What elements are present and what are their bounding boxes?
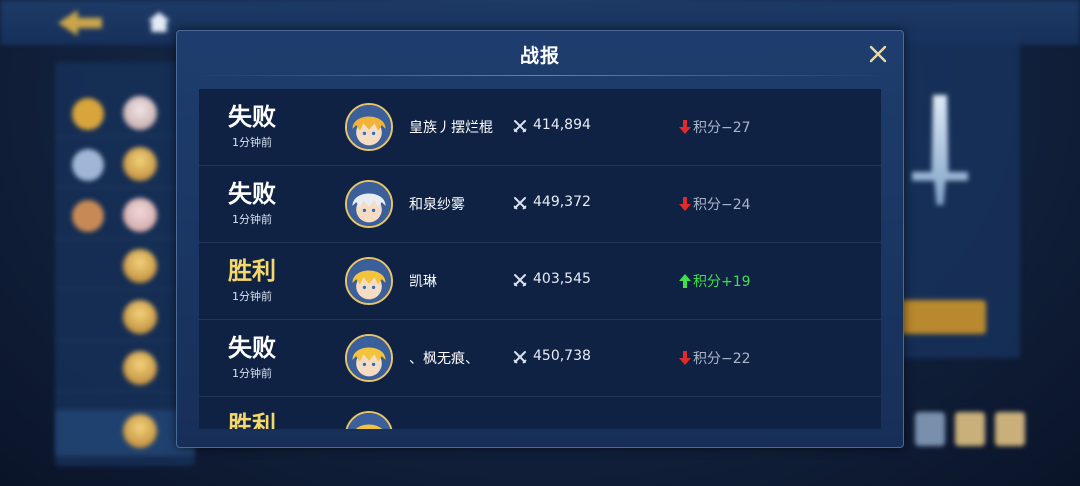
avatar xyxy=(123,414,157,448)
battle-record-list[interactable]: 失败 1分钟前 皇族丿摆烂棍 414,894 积分−27 失败 1分钟前 和泉纱… xyxy=(199,89,881,429)
title-divider xyxy=(189,75,891,76)
opponent-avatar[interactable] xyxy=(345,257,393,305)
score-change: 积分+19 xyxy=(679,271,751,291)
close-button[interactable] xyxy=(867,43,889,65)
battle-time-label: 1分钟前 xyxy=(232,136,272,149)
hero-portrait-icon xyxy=(347,413,391,429)
menu-icon xyxy=(955,412,985,446)
silver-medal-icon xyxy=(72,149,104,181)
avatar xyxy=(123,249,157,283)
score-change: 积分−27 xyxy=(679,117,751,137)
battle-result-label: 失败 xyxy=(228,102,276,131)
arrow-up-icon xyxy=(679,274,691,288)
hero-portrait-icon xyxy=(347,182,391,226)
combat-power-value: 414,894 xyxy=(533,117,591,133)
battle-time-label: 1分钟前 xyxy=(232,367,272,380)
avatar xyxy=(123,300,157,334)
opponent-name: 和泉纱雾 xyxy=(409,197,465,213)
battle-result-label: 胜利 xyxy=(228,410,276,430)
background-rank-row xyxy=(55,347,195,392)
battle-result-label: 失败 xyxy=(228,179,276,208)
score-change-text: 积分+19 xyxy=(693,274,751,290)
score-change-text: 积分−24 xyxy=(693,197,751,213)
battle-time-label: 1分钟前 xyxy=(232,213,272,226)
battle-record-row[interactable]: 失败 1分钟前 和泉纱雾 449,372 积分−24 xyxy=(199,166,881,243)
crossed-swords-icon xyxy=(513,120,527,133)
crossed-swords-icon xyxy=(513,274,527,287)
crossed-swords-icon xyxy=(513,197,527,210)
background-self-row xyxy=(55,410,195,455)
battle-time-label: 1分钟前 xyxy=(232,290,272,303)
opponent-name: 凯琳 xyxy=(409,274,437,290)
gold-medal-icon xyxy=(72,98,104,130)
score-change-text: 积分−22 xyxy=(693,351,751,367)
battle-result-label: 失败 xyxy=(228,333,276,362)
score-change-text: 积分−27 xyxy=(693,120,751,136)
background-gold-button xyxy=(898,300,986,334)
hero-portrait-icon xyxy=(347,259,391,303)
bronze-medal-icon xyxy=(72,200,104,232)
menu-icon xyxy=(915,412,945,446)
opponent-avatar[interactable] xyxy=(345,334,393,382)
arrow-down-icon xyxy=(679,351,691,365)
opponent-avatar[interactable] xyxy=(345,180,393,228)
opponent-name: 皇族丿摆烂棍 xyxy=(409,120,493,136)
background-rank-row xyxy=(55,296,195,341)
background-rank-row xyxy=(55,194,195,239)
avatar xyxy=(123,198,157,232)
background-bottom-icons xyxy=(915,412,1025,462)
background-rank-row xyxy=(55,143,195,188)
combat-power-value: 449,372 xyxy=(533,194,591,210)
avatar xyxy=(123,96,157,130)
arrow-down-icon xyxy=(679,197,691,211)
opponent-avatar[interactable] xyxy=(345,411,393,429)
score-change: 积分−22 xyxy=(679,348,751,368)
background-rank-row xyxy=(55,92,195,137)
close-icon xyxy=(869,45,887,63)
avatar xyxy=(123,147,157,181)
battle-record-row[interactable]: 失败 1分钟前 皇族丿摆烂棍 414,894 积分−27 xyxy=(199,89,881,166)
arrow-down-icon xyxy=(679,120,691,134)
combat-power-value: 403,545 xyxy=(533,271,591,287)
combat-power-value: 450,738 xyxy=(533,348,591,364)
menu-icon xyxy=(995,412,1025,446)
crossed-swords-icon xyxy=(513,351,527,364)
avatar xyxy=(123,351,157,385)
battle-record-row[interactable]: 胜利 1分钟前 凯琳 403,545 积分+19 xyxy=(199,243,881,320)
opponent-avatar[interactable] xyxy=(345,103,393,151)
opponent-name: 、枫无痕、 xyxy=(409,351,479,367)
score-change: 积分−24 xyxy=(679,194,751,214)
battle-record-row[interactable]: 胜利 xyxy=(199,397,881,429)
battle-result-label: 胜利 xyxy=(228,256,276,285)
battle-report-dialog: 战报 失败 1分钟前 皇族丿摆烂棍 414,894 积分−27 失败 1分钟前 … xyxy=(176,30,904,448)
hero-portrait-icon xyxy=(347,336,391,380)
background-rank-row xyxy=(55,245,195,290)
battle-record-row[interactable]: 失败 1分钟前 、枫无痕、 450,738 积分−22 xyxy=(199,320,881,397)
hero-portrait-icon xyxy=(347,105,391,149)
dialog-title: 战报 xyxy=(519,45,560,67)
